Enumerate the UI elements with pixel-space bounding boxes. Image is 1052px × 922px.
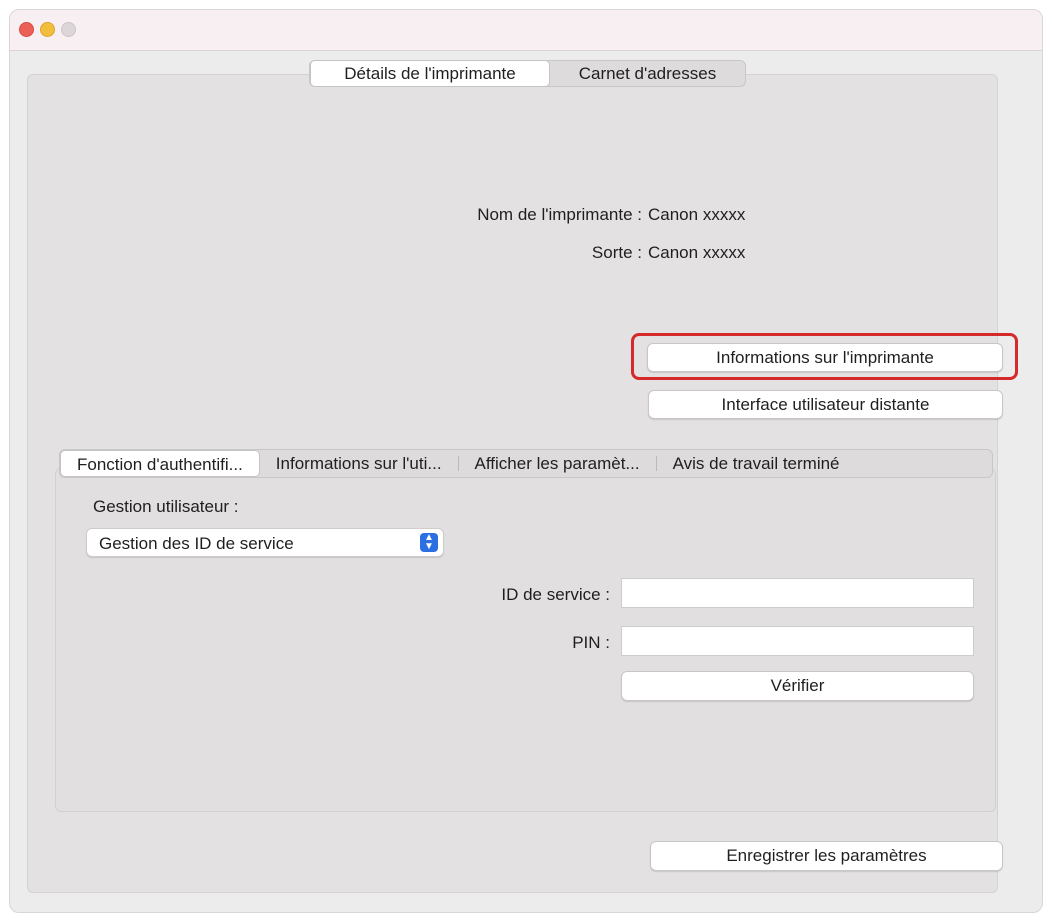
pin-label: PIN : — [572, 633, 610, 652]
select-value: Gestion des ID de service — [99, 534, 294, 553]
user-management-label: Gestion utilisateur : — [93, 497, 239, 516]
verify-button[interactable]: Vérifier — [621, 671, 974, 701]
printer-type-label: Sorte : — [591, 243, 642, 262]
tab-display-settings[interactable]: Afficher les paramèt... — [459, 450, 656, 477]
maximize-window-icon[interactable] — [61, 22, 76, 37]
sub-tab-bar: Fonction d'authentifi... Informations su… — [59, 449, 993, 478]
title-bar — [10, 10, 1042, 51]
tab-authentication[interactable]: Fonction d'authentifi... — [60, 450, 260, 477]
printer-info-button[interactable]: Informations sur l'imprimante — [647, 343, 1003, 372]
remote-ui-button[interactable]: Interface utilisateur distante — [648, 390, 1003, 419]
tab-printer-details[interactable]: Détails de l'imprimante — [310, 60, 550, 87]
chevron-updown-icon: ▲ ▼ — [420, 533, 438, 552]
service-id-label: ID de service : — [501, 585, 610, 604]
save-settings-button[interactable]: Enregistrer les paramètres — [650, 841, 1003, 871]
user-management-select[interactable]: Gestion des ID de service ▲ ▼ — [86, 528, 444, 557]
top-tab-bar: Détails de l'imprimante Carnet d'adresse… — [309, 60, 746, 87]
tab-job-notification[interactable]: Avis de travail terminé — [657, 450, 856, 477]
printer-type-value: Canon xxxxx — [648, 243, 746, 262]
printer-name-label: Nom de l'imprimante : — [477, 205, 642, 224]
tab-address-book[interactable]: Carnet d'adresses — [550, 61, 745, 86]
minimize-window-icon[interactable] — [40, 22, 55, 37]
tab-user-info[interactable]: Informations sur l'uti... — [260, 450, 458, 477]
printer-name-value: Canon xxxxx — [648, 205, 746, 224]
pin-input[interactable] — [621, 626, 974, 656]
close-window-icon[interactable] — [19, 22, 34, 37]
service-id-input[interactable] — [621, 578, 974, 608]
